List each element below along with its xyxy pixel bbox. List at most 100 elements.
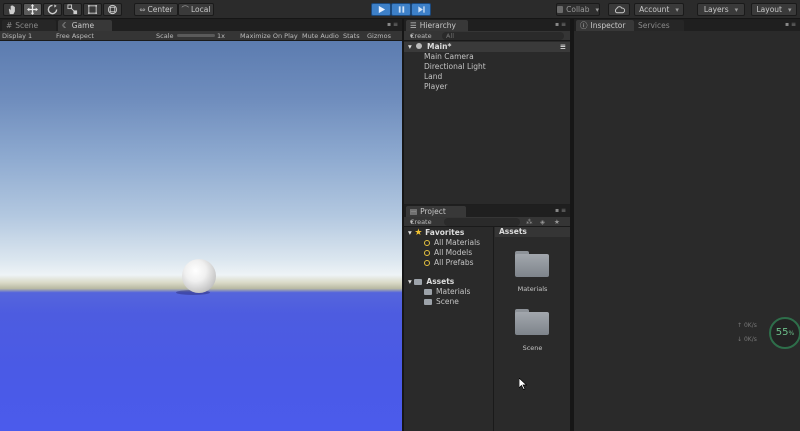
game-viewport[interactable] bbox=[0, 41, 402, 431]
hierarchy-create-label: Create bbox=[410, 32, 432, 40]
download-arrow-icon: ↓ bbox=[737, 336, 743, 343]
project-panel: ▤ Project ▪ ≡ Create ▾ ⁂ ◈ ★ ▾ ★ Favorite… bbox=[404, 205, 570, 431]
tab-scene[interactable]: # Scene bbox=[2, 20, 56, 31]
layout-dropdown[interactable]: Layout bbox=[751, 3, 797, 16]
aspect-dropdown[interactable]: Free Aspect bbox=[56, 31, 94, 41]
hierarchy-search-input[interactable]: ⌕ All bbox=[442, 32, 564, 40]
stats-toggle[interactable]: Stats bbox=[343, 31, 360, 41]
project-tab-label: Project bbox=[420, 207, 446, 216]
tab-hierarchy[interactable]: ☰ Hierarchy bbox=[406, 20, 468, 31]
account-label: Account bbox=[639, 5, 670, 14]
mute-audio-toggle[interactable]: Mute Audio bbox=[302, 31, 339, 41]
inspector-panel-menu-icon[interactable]: ▪ ≡ bbox=[785, 21, 796, 28]
play-button[interactable] bbox=[371, 3, 391, 16]
hierarchy-item[interactable]: Player bbox=[404, 82, 570, 92]
hierarchy-tab-icon: ☰ bbox=[410, 21, 417, 30]
game-panel-menu-icon[interactable]: ▪ ≡ bbox=[387, 21, 398, 28]
asset-folder-label: Scene bbox=[436, 297, 459, 306]
assets-header[interactable]: ▾ Assets bbox=[404, 277, 493, 287]
project-create-label: Create bbox=[410, 218, 432, 226]
asset-folder-item[interactable]: Scene bbox=[404, 297, 493, 307]
collab-dropdown[interactable]: Collab bbox=[556, 3, 600, 16]
game-tab-label: Game bbox=[71, 21, 95, 30]
scale-icon[interactable] bbox=[63, 3, 82, 16]
step-icon bbox=[417, 6, 425, 13]
folder-icon bbox=[424, 289, 432, 295]
cloud-icon bbox=[614, 5, 625, 13]
account-dropdown[interactable]: Account bbox=[634, 3, 684, 16]
project-create-dropdown[interactable]: Create ▾ bbox=[410, 217, 432, 227]
grid-folder-label: Materials bbox=[517, 285, 548, 293]
player-ball bbox=[182, 259, 216, 293]
project-tabbar: ▤ Project ▪ ≡ bbox=[404, 205, 570, 217]
project-search-input[interactable] bbox=[444, 218, 520, 226]
gizmos-dropdown[interactable]: Gizmos bbox=[367, 31, 391, 41]
favorites-item[interactable]: All Models bbox=[404, 248, 493, 258]
scene-folder-icon[interactable] bbox=[515, 309, 549, 335]
move-icon[interactable] bbox=[23, 3, 42, 16]
space-label: Local bbox=[191, 5, 211, 14]
hierarchy-item[interactable]: Main Camera bbox=[404, 52, 570, 62]
scene-row[interactable]: ▾ Main* ≡ bbox=[404, 42, 570, 52]
favorites-header[interactable]: ▾ ★ Favorites bbox=[404, 228, 493, 238]
layers-dropdown[interactable]: Layers bbox=[697, 3, 745, 16]
hierarchy-item[interactable]: Directional Light bbox=[404, 62, 570, 72]
project-panel-menu-icon[interactable]: ▪ ≡ bbox=[555, 207, 566, 214]
inspector-panel: ⓘ Inspector Services ▪ ≡ bbox=[574, 19, 800, 431]
rect-icon[interactable] bbox=[83, 3, 102, 16]
hierarchy-create-dropdown[interactable]: Create ▾ bbox=[410, 31, 432, 41]
hand-icon[interactable] bbox=[3, 3, 22, 16]
upload-unit: K/s bbox=[747, 322, 757, 329]
search-icon bbox=[424, 260, 430, 266]
search-icon bbox=[424, 250, 430, 256]
asset-grid: Assets Materials Scene bbox=[495, 227, 570, 431]
expand-arrow-icon: ▾ bbox=[408, 277, 412, 286]
inspector-tab-label: Inspector bbox=[590, 21, 626, 30]
asset-breadcrumb[interactable]: Assets bbox=[495, 227, 570, 237]
filter-label-icon[interactable]: ◈ bbox=[540, 217, 545, 227]
collab-label: Collab bbox=[566, 5, 590, 14]
hierarchy-panel-menu-icon[interactable]: ▪ ≡ bbox=[555, 21, 566, 28]
maximize-on-play-toggle[interactable]: Maximize On Play bbox=[240, 31, 298, 41]
game-tab-icon: ☾ bbox=[62, 21, 69, 30]
asset-folder-item[interactable]: Materials bbox=[404, 287, 493, 297]
download-speed: ↓ 0K/s bbox=[737, 336, 757, 343]
inspector-tabbar: ⓘ Inspector Services ▪ ≡ bbox=[574, 19, 800, 31]
scene-menu-icon[interactable]: ≡ bbox=[560, 42, 566, 52]
transform-icon[interactable] bbox=[103, 3, 122, 16]
upload-speed: ↑ 0K/s bbox=[737, 322, 757, 329]
hierarchy-tab-label: Hierarchy bbox=[419, 21, 456, 30]
star-icon: ★ bbox=[414, 228, 423, 238]
tab-inspector[interactable]: ⓘ Inspector bbox=[576, 20, 634, 31]
project-tab-icon: ▤ bbox=[410, 207, 418, 216]
rotate-icon[interactable] bbox=[43, 3, 62, 16]
pause-button[interactable] bbox=[391, 3, 411, 16]
tab-project[interactable]: ▤ Project bbox=[406, 206, 466, 217]
upload-arrow-icon: ↑ bbox=[737, 322, 743, 329]
filter-type-icon[interactable]: ⁂ bbox=[526, 217, 533, 227]
play-icon bbox=[378, 5, 385, 14]
game-control-bar: Display 1 Free Aspect Scale 1x Maximize … bbox=[0, 31, 402, 41]
hierarchy-item[interactable]: Land bbox=[404, 72, 570, 82]
materials-folder-icon[interactable] bbox=[515, 251, 549, 277]
favorites-label: Favorites bbox=[425, 228, 465, 237]
mouse-cursor-icon bbox=[519, 378, 527, 390]
hierarchy-search-placeholder: All bbox=[446, 32, 455, 40]
pivot-toggle[interactable]: ⇔ Center bbox=[134, 3, 178, 16]
cloud-button[interactable] bbox=[608, 3, 630, 16]
space-toggle[interactable]: ⌒ Local bbox=[178, 3, 214, 16]
tab-services[interactable]: Services bbox=[634, 20, 684, 31]
pivot-label: Center bbox=[147, 5, 173, 14]
asset-folder-label: Materials bbox=[436, 287, 471, 296]
favorite-star-icon[interactable]: ★ bbox=[554, 217, 560, 227]
step-button[interactable] bbox=[411, 3, 431, 16]
display-dropdown[interactable]: Display 1 bbox=[2, 31, 32, 41]
hierarchy-toolbar: Create ▾ ⌕ All bbox=[404, 31, 570, 41]
favorites-item[interactable]: All Prefabs bbox=[404, 258, 493, 268]
tab-game[interactable]: ☾ Game bbox=[58, 20, 112, 31]
hierarchy-tabbar: ☰ Hierarchy ▪ ≡ bbox=[404, 19, 570, 31]
folder-icon bbox=[424, 299, 432, 305]
scale-slider[interactable] bbox=[177, 34, 215, 37]
hierarchy-panel: ☰ Hierarchy ▪ ≡ Create ▾ ⌕ All ▾ Main* ≡ … bbox=[404, 19, 570, 204]
favorites-item[interactable]: All Materials bbox=[404, 238, 493, 248]
